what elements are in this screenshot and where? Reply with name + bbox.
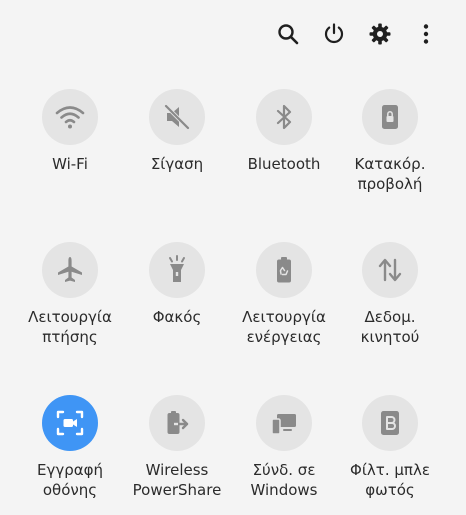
tile-sound-mute[interactable]: Σίγαση [121,89,233,209]
flashlight-icon [169,255,185,282]
tile-wireless-powershare-label: Wireless PowerShare [132,461,222,499]
tile-power-mode[interactable]: Λειτουργία ενέργειας [228,242,340,362]
tile-screen-recorder-button[interactable] [42,395,98,451]
tile-screen-recorder[interactable]: Εγγραφή οθόνης [14,395,126,515]
mobile-data-icon [378,258,402,282]
tile-blue-light-filter[interactable]: Φίλτ. μπλε φωτός [334,395,446,515]
blue-light-filter-icon [381,411,399,435]
tile-wireless-powershare-button[interactable] [149,395,205,451]
tile-wifi[interactable]: Wi-Fi [14,89,126,209]
tile-wifi-label: Wi-Fi [52,155,88,173]
tile-screen-recorder-label: Εγγραφή οθόνης [36,461,104,499]
tile-power-mode-label: Λειτουργία ενέργειας [242,308,326,346]
portrait-lock-icon [382,105,398,129]
tile-sound-mute-button[interactable] [149,89,205,145]
tile-wifi-button[interactable] [42,89,98,145]
tile-bluetooth-button[interactable] [256,89,312,145]
tile-airplane-mode-label: Λειτουργία πτήσης [28,308,112,346]
wireless-powershare-icon [167,411,189,434]
quick-settings-grid: Wi-Fi Σίγαση Bluetooth Κατακόρ. προβολή … [0,0,466,506]
volume-mute-icon [164,104,190,130]
tile-blue-light-filter-label: Φίλτ. μπλε φωτός [350,461,430,499]
tile-link-to-windows-label: Σύνδ. σε Windows [250,461,318,499]
wifi-icon [55,106,85,129]
tile-mobile-data-button[interactable] [362,242,418,298]
tile-flashlight-label: Φακός [152,308,202,326]
tile-link-to-windows-button[interactable] [256,395,312,451]
tile-portrait-lock-label: Κατακόρ. προβολή [354,155,426,193]
tile-wireless-powershare[interactable]: Wireless PowerShare [121,395,233,515]
tile-airplane-mode-button[interactable] [42,242,98,298]
tile-airplane-mode[interactable]: Λειτουργία πτήσης [14,242,126,362]
tile-flashlight-button[interactable] [149,242,205,298]
tile-mobile-data[interactable]: Δεδομ. κινητού [334,242,446,362]
bluetooth-icon [276,104,292,130]
tile-mobile-data-label: Δεδομ. κινητού [360,308,420,346]
airplane-icon [58,257,82,282]
tile-flashlight[interactable]: Φακός [121,242,233,362]
link-to-windows-icon [271,414,296,435]
tile-portrait-lock-button[interactable] [362,89,418,145]
tile-sound-mute-label: Σίγαση [150,155,204,173]
tile-portrait-lock[interactable]: Κατακόρ. προβολή [334,89,446,209]
tile-blue-light-filter-button[interactable] [362,395,418,451]
tile-power-mode-button[interactable] [256,242,312,298]
tile-link-to-windows[interactable]: Σύνδ. σε Windows [228,395,340,515]
tile-bluetooth[interactable]: Bluetooth [228,89,340,209]
screen-record-icon [56,410,84,436]
tile-bluetooth-label: Bluetooth [247,155,321,173]
power-saving-icon [277,257,291,283]
